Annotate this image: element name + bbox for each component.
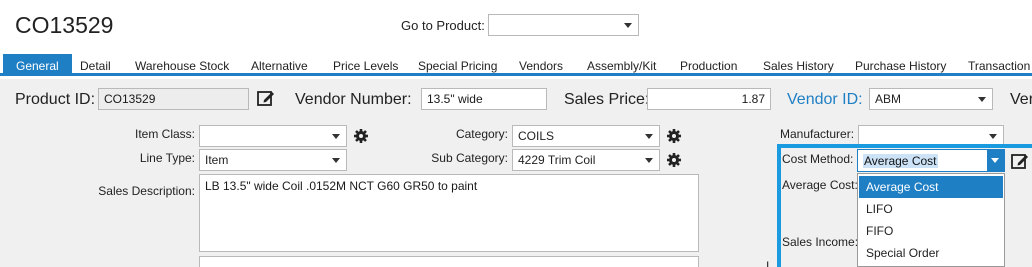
item-class-dropdown[interactable] (199, 125, 347, 147)
gear-icon[interactable] (666, 152, 682, 168)
tab-sales-history[interactable]: Sales History (763, 54, 834, 76)
line-type-value: Item (205, 153, 229, 167)
sub-category-value: 4229 Trim Coil (518, 153, 596, 167)
tab-bar: General Detail Warehouse Stock Alternati… (0, 54, 1032, 76)
tab-special-pricing[interactable]: Special Pricing (418, 54, 497, 76)
chevron-down-icon (645, 134, 653, 139)
category-dropdown[interactable]: COILS (512, 125, 660, 147)
line-type-label: Line Type: (139, 151, 195, 165)
cost-method-options-list: Average Cost LIFO FIFO Special Order (857, 173, 1005, 267)
chevron-down-icon (332, 158, 340, 163)
manufacturer-label: Manufacturer: (780, 127, 855, 141)
chevron-down-icon (978, 97, 986, 102)
goto-product-dropdown[interactable] (488, 14, 639, 36)
tab-detail[interactable]: Detail (80, 54, 111, 76)
income-label-cut: I (766, 259, 770, 267)
chevron-down-icon[interactable] (987, 150, 1004, 171)
title-bar: CO13529 Go to Product: (0, 0, 1032, 52)
tab-vendors[interactable]: Vendors (519, 54, 563, 76)
tab-assembly-kit[interactable]: Assembly/Kit (587, 54, 656, 76)
vendor-id-value: ABM (875, 92, 902, 106)
vendor-number-field[interactable]: 13.5" wide (421, 88, 547, 110)
gear-icon[interactable] (666, 128, 682, 144)
product-id-field[interactable]: CO13529 (98, 88, 249, 110)
line-type-dropdown[interactable]: Item (199, 149, 347, 171)
vendor-id-dropdown[interactable]: ABM (869, 88, 993, 110)
edit-icon[interactable] (1010, 151, 1030, 171)
item-class-label: Item Class: (134, 127, 195, 141)
category-label: Category: (455, 127, 508, 141)
cost-method-dropdown[interactable]: Average Cost (857, 149, 1005, 172)
tab-transaction[interactable]: Transaction (968, 54, 1030, 76)
cost-method-option[interactable]: FIFO (859, 220, 1003, 242)
tab-production[interactable]: Production (680, 54, 737, 76)
cost-method-option[interactable]: LIFO (859, 198, 1003, 220)
cost-method-label: Cost Method: (782, 152, 854, 166)
goto-product-label: Go to Product: (401, 18, 485, 33)
sales-price-field[interactable]: 1.87 (647, 88, 771, 110)
sales-price-label: Sales Price: (564, 91, 650, 108)
page-title: CO13529 (15, 12, 114, 38)
vendor-id-link[interactable]: Vendor ID: (787, 91, 863, 109)
chevron-down-icon (645, 158, 653, 163)
gear-icon[interactable] (353, 128, 369, 144)
cost-method-value: Average Cost (863, 154, 938, 168)
category-value: COILS (518, 129, 555, 143)
cost-method-option[interactable]: Special Order (859, 242, 1003, 264)
purchase-description-field[interactable] (199, 256, 699, 267)
cost-method-option[interactable]: Average Cost (859, 176, 1003, 198)
tab-price-levels[interactable]: Price Levels (333, 54, 398, 76)
sales-description-label: Sales Description: (98, 184, 195, 198)
sub-category-label: Sub Category: (431, 151, 508, 165)
tab-warehouse-stock[interactable]: Warehouse Stock (135, 54, 229, 76)
sub-category-dropdown[interactable]: 4229 Trim Coil (512, 149, 660, 171)
tab-general[interactable]: General (3, 54, 72, 76)
chevron-down-icon (332, 134, 340, 139)
sales-description-field[interactable]: LB 13.5" wide Coil .0152M NCT G60 GR50 t… (199, 174, 699, 252)
tab-purchase-history[interactable]: Purchase History (855, 54, 946, 76)
chevron-down-icon (624, 23, 632, 28)
vendor-number-label: Vendor Number: (295, 91, 412, 108)
edit-icon[interactable] (256, 88, 276, 108)
product-id-label: Product ID: (15, 91, 96, 108)
chevron-down-icon (989, 134, 997, 139)
vendor-name-label-cut: Ver (1010, 91, 1032, 108)
tab-alternative[interactable]: Alternative (251, 54, 308, 76)
